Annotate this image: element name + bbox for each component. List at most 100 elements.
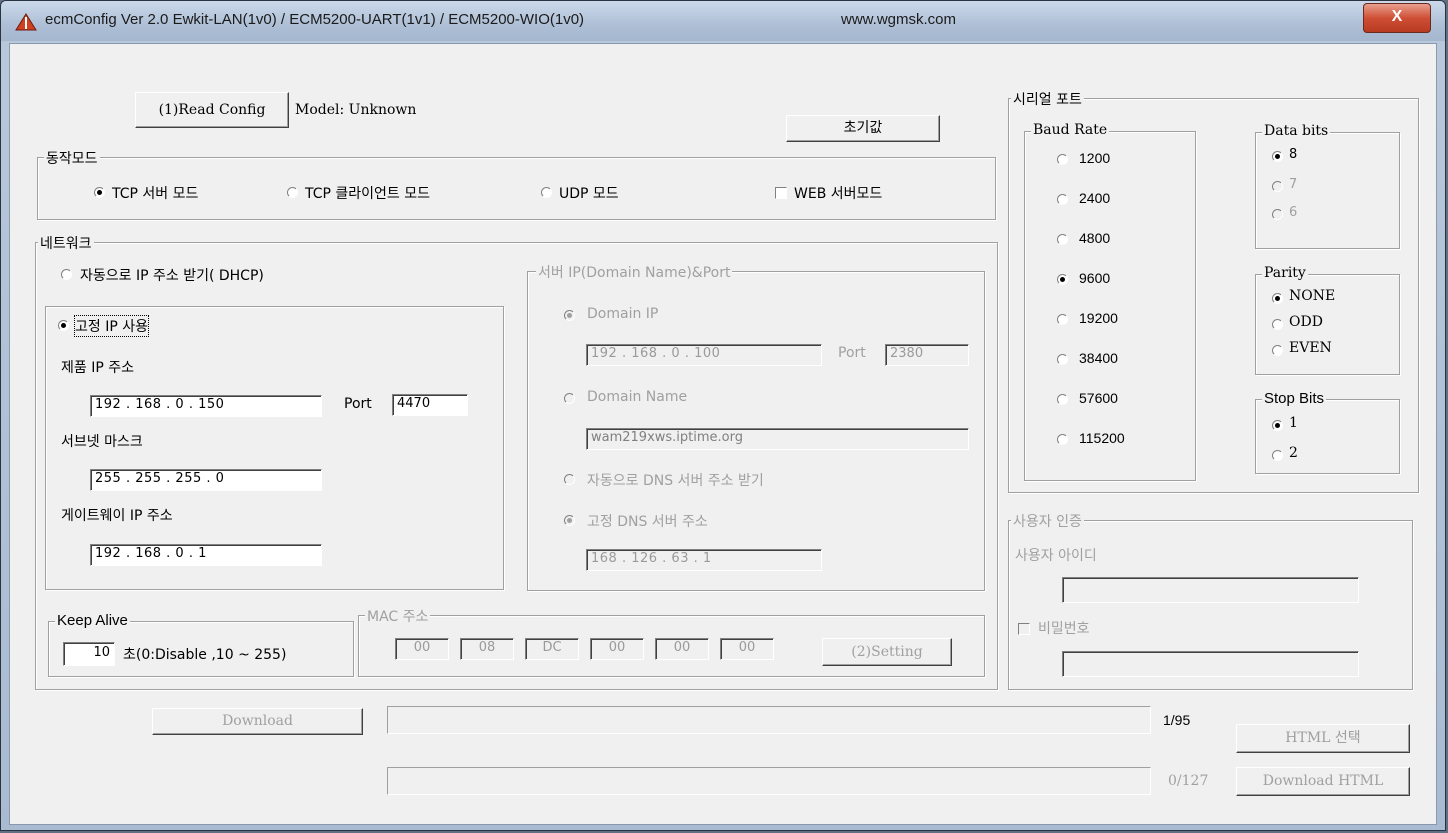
static-ip-label[interactable]: 고정 IP 사용 xyxy=(74,315,149,337)
static-dns-label[interactable]: 고정 DNS 서버 주소 xyxy=(587,511,708,531)
baud-4800-label[interactable]: 4800 xyxy=(1079,230,1110,246)
baud-rate-group: Baud Rate 1200 2400 4800 9600 19200 3840… xyxy=(1024,122,1196,481)
parity-none-label[interactable]: NONE xyxy=(1289,288,1335,304)
parity-odd-label[interactable]: ODD xyxy=(1289,314,1323,330)
baud-38400-label[interactable]: 38400 xyxy=(1079,350,1118,366)
password-label[interactable]: 비밀번호 xyxy=(1038,618,1090,638)
gateway-input[interactable]: 192 . 168 . 0 . 1 xyxy=(90,544,322,566)
data-bits-8-radio[interactable] xyxy=(1272,151,1283,162)
domain-name-radio[interactable] xyxy=(564,393,575,404)
dhcp-radio[interactable] xyxy=(61,269,72,280)
web-server-label[interactable]: WEB 서버모드 xyxy=(794,183,882,203)
user-auth-group: 사용자 인증 사용자 아이디 비밀번호 xyxy=(1008,511,1413,690)
product-ip-label: 제품 IP 주소 xyxy=(61,360,134,376)
read-config-button[interactable]: (1)Read Config xyxy=(135,92,289,128)
operation-mode-label: 동작모드 xyxy=(44,148,100,168)
data-bits-label: Data bits xyxy=(1262,123,1331,139)
baud-19200-label[interactable]: 19200 xyxy=(1079,310,1118,326)
domain-ip-label[interactable]: Domain IP xyxy=(587,306,658,322)
baud-38400-radio[interactable] xyxy=(1057,354,1068,365)
password-input[interactable] xyxy=(1062,651,1359,677)
mac-octet-1[interactable]: 00 xyxy=(395,638,449,660)
dns-input[interactable]: 168 . 126 . 63 . 1 xyxy=(586,549,822,571)
stop-bits-2-radio[interactable] xyxy=(1272,450,1283,461)
html-select-button[interactable]: HTML 선택 xyxy=(1236,724,1410,753)
data-bits-7-radio[interactable] xyxy=(1272,181,1283,192)
serial-port-label: 시리얼 포트 xyxy=(1011,89,1084,109)
data-bits-7-label[interactable]: 7 xyxy=(1289,177,1297,192)
server-port-input[interactable]: 2380 xyxy=(885,344,969,366)
baud-1200-radio[interactable] xyxy=(1057,154,1068,165)
window-title-url: www.wgmsk.com xyxy=(841,11,957,28)
stop-bits-1-radio[interactable] xyxy=(1272,420,1283,431)
data-bits-6-radio[interactable] xyxy=(1272,209,1283,220)
product-ip-input[interactable]: 192 . 168 . 0 . 150 xyxy=(90,395,322,417)
baud-115200-label[interactable]: 115200 xyxy=(1079,430,1125,446)
tcp-server-label[interactable]: TCP 서버 모드 xyxy=(112,183,198,203)
stop-bits-1-label[interactable]: 1 xyxy=(1289,415,1298,431)
app-window: ecmConfig Ver 2.0 Ewkit-LAN(1v0) / ECM52… xyxy=(0,0,1446,831)
baud-2400-radio[interactable] xyxy=(1057,194,1068,205)
parity-label: Parity xyxy=(1262,265,1308,281)
download-button[interactable]: Download xyxy=(152,708,363,735)
domain-ip-radio[interactable] xyxy=(564,310,575,321)
auto-dns-radio[interactable] xyxy=(564,474,575,485)
close-icon: X xyxy=(1391,8,1403,25)
domain-name-label[interactable]: Domain Name xyxy=(587,389,687,405)
web-server-checkbox[interactable] xyxy=(775,187,787,199)
data-bits-6-label[interactable]: 6 xyxy=(1289,205,1297,220)
keep-alive-group: Keep Alive 10 초(0:Disable ,10 ~ 255) xyxy=(48,612,354,677)
app-icon xyxy=(15,13,37,31)
server-group-label: 서버 IP(Domain Name)&Port xyxy=(536,262,733,282)
static-ip-radio[interactable] xyxy=(58,320,69,331)
mac-octet-4[interactable]: 00 xyxy=(590,638,644,660)
user-id-label: 사용자 아이디 xyxy=(1015,548,1097,564)
tcp-client-label[interactable]: TCP 클라이언트 모드 xyxy=(305,183,430,203)
static-dns-radio[interactable] xyxy=(564,515,575,526)
data-bits-8-label[interactable]: 8 xyxy=(1289,147,1297,162)
reset-defaults-button[interactable]: 초기값 xyxy=(786,115,940,142)
stop-bits-2-label[interactable]: 2 xyxy=(1289,445,1298,461)
baud-9600-radio[interactable] xyxy=(1057,274,1068,285)
parity-even-label[interactable]: EVEN xyxy=(1289,340,1332,356)
baud-57600-label[interactable]: 57600 xyxy=(1079,390,1118,406)
baud-19200-radio[interactable] xyxy=(1057,314,1068,325)
parity-odd-radio[interactable] xyxy=(1272,319,1283,330)
tcp-server-radio[interactable] xyxy=(94,187,105,198)
udp-radio[interactable] xyxy=(541,187,552,198)
baud-57600-radio[interactable] xyxy=(1057,394,1068,405)
stop-bits-group: Stop Bits 1 2 xyxy=(1255,390,1400,474)
operation-mode-group: 동작모드 TCP 서버 모드 TCP 클라이언트 모드 UDP 모드 WEB 서… xyxy=(37,148,996,220)
mac-setting-button[interactable]: (2)Setting xyxy=(822,638,952,666)
baud-4800-radio[interactable] xyxy=(1057,234,1068,245)
tcp-client-radio[interactable] xyxy=(287,187,298,198)
html-progress-bar xyxy=(387,767,1151,795)
user-id-input[interactable] xyxy=(1062,577,1359,603)
domain-ip-input[interactable]: 192 . 168 . 0 . 100 xyxy=(586,344,822,366)
keep-alive-input[interactable]: 10 xyxy=(63,642,115,666)
parity-even-radio[interactable] xyxy=(1272,345,1283,356)
subnet-input[interactable]: 255 . 255 . 255 . 0 xyxy=(90,469,322,491)
mac-octet-5[interactable]: 00 xyxy=(655,638,709,660)
mac-octet-2[interactable]: 08 xyxy=(460,638,514,660)
title-bar[interactable]: ecmConfig Ver 2.0 Ewkit-LAN(1v0) / ECM52… xyxy=(1,1,1445,41)
static-ip-panel: 고정 IP 사용 제품 IP 주소 192 . 168 . 0 . 150 Po… xyxy=(45,306,504,590)
baud-1200-label[interactable]: 1200 xyxy=(1079,150,1110,166)
udp-label[interactable]: UDP 모드 xyxy=(559,183,619,203)
download-html-button[interactable]: Download HTML xyxy=(1236,767,1410,796)
password-checkbox[interactable] xyxy=(1018,623,1030,635)
baud-115200-radio[interactable] xyxy=(1057,434,1068,445)
mac-octet-6[interactable]: 00 xyxy=(720,638,774,660)
product-port-input[interactable]: 4470 xyxy=(392,394,468,416)
dhcp-label[interactable]: 자동으로 IP 주소 받기( DHCP) xyxy=(80,265,264,285)
keep-alive-suffix: 초(0:Disable ,10 ~ 255) xyxy=(123,647,287,663)
domain-name-input[interactable]: wam219xws.iptime.org xyxy=(586,428,969,450)
auto-dns-label[interactable]: 자동으로 DNS 서버 주소 받기 xyxy=(587,470,764,490)
parity-group: Parity NONE ODD EVEN xyxy=(1255,265,1400,375)
parity-none-radio[interactable] xyxy=(1272,293,1283,304)
user-auth-label: 사용자 인증 xyxy=(1011,511,1084,531)
mac-octet-3[interactable]: DC xyxy=(525,638,579,660)
baud-9600-label[interactable]: 9600 xyxy=(1079,270,1110,286)
baud-2400-label[interactable]: 2400 xyxy=(1079,190,1110,206)
close-button[interactable]: X xyxy=(1363,3,1431,33)
